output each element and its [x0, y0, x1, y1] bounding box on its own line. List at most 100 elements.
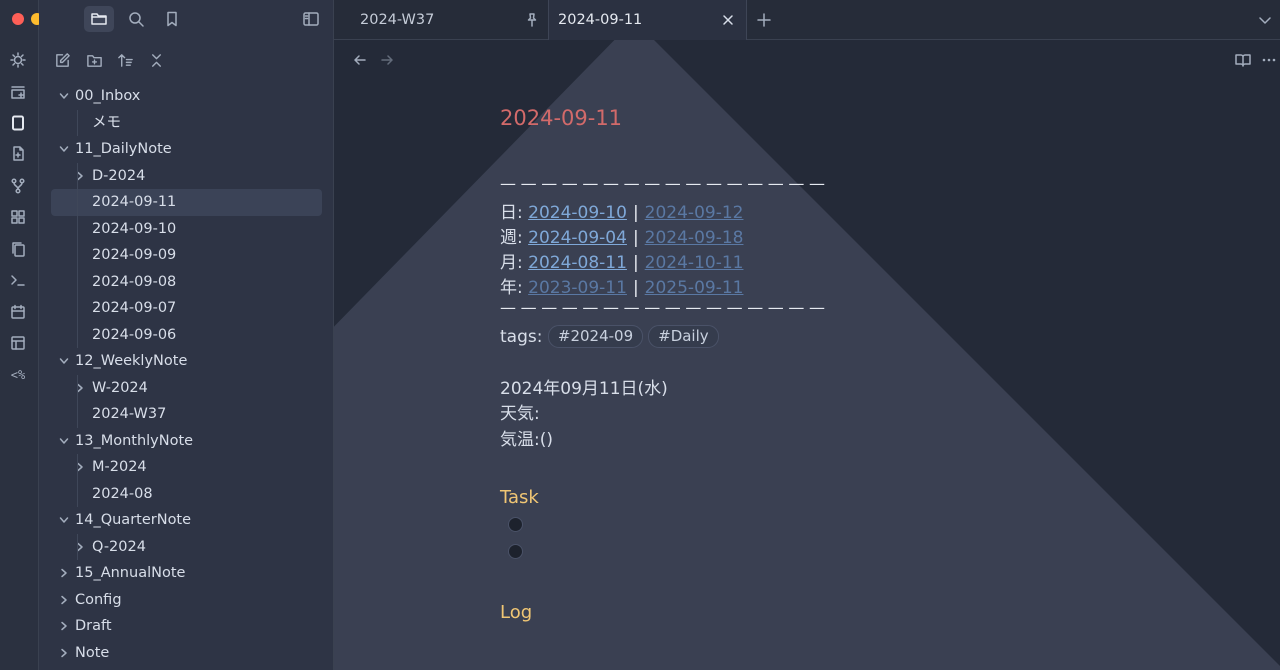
folder-item[interactable]: 13_MonthlyNote: [51, 428, 321, 455]
close-icon[interactable]: [721, 13, 735, 27]
folder-item[interactable]: 12_WeeklyNote: [51, 348, 321, 375]
tree-item-label: 2024-09-08: [92, 273, 177, 290]
terminal-icon[interactable]: [7, 269, 29, 291]
next-period-link[interactable]: 2025-09-11: [645, 278, 744, 298]
folder-item[interactable]: Config: [51, 587, 321, 614]
templater-label: <%: [10, 368, 26, 382]
next-period-link[interactable]: 2024-09-18: [645, 228, 744, 248]
file-item[interactable]: 2024-W37: [51, 401, 321, 428]
templater-icon[interactable]: <%: [7, 364, 29, 386]
bookmarks-tab[interactable]: [157, 6, 187, 32]
task-checkbox[interactable]: [508, 544, 523, 559]
collapse-all-button[interactable]: [144, 48, 168, 72]
file-item[interactable]: 2024-09-07: [51, 295, 321, 322]
chevron-down-icon[interactable]: [59, 91, 69, 101]
next-period-link[interactable]: 2024-10-11: [645, 253, 744, 273]
more-horizontal-icon: [1262, 58, 1276, 62]
git-branch-icon[interactable]: [7, 175, 29, 197]
folder-item[interactable]: D-2024: [51, 163, 321, 190]
folder-item[interactable]: 14_QuarterNote: [51, 507, 321, 534]
folder-item[interactable]: Q-2024: [51, 534, 321, 561]
folder-item[interactable]: Draft: [51, 613, 321, 640]
more-options-button[interactable]: [1259, 50, 1279, 70]
temperature-line: 気温:(): [500, 430, 553, 450]
forward-button[interactable]: [377, 50, 397, 70]
prev-period-link[interactable]: 2023-09-11: [528, 278, 627, 298]
file-item[interactable]: 2024-09-10: [51, 216, 321, 243]
period-nav-row: 日: 2024-09-10 | 2024-09-12: [500, 198, 743, 223]
back-button[interactable]: [350, 50, 370, 70]
collapse-all-icon: [151, 53, 161, 67]
tree-item-label: 2024-09-11: [92, 194, 177, 210]
new-folder-button[interactable]: [82, 48, 106, 72]
pin-icon[interactable]: [524, 12, 540, 28]
chevron-right-icon[interactable]: [59, 568, 69, 578]
file-item[interactable]: 2024-09-11: [51, 189, 322, 216]
tag-pill[interactable]: #2024-09: [547, 325, 644, 348]
folder-item[interactable]: 15_AnnualNote: [51, 560, 321, 587]
search-icon: [129, 12, 144, 27]
chevron-down-icon[interactable]: [59, 436, 69, 446]
file-item[interactable]: 2024-09-06: [51, 322, 321, 349]
prev-period-link[interactable]: 2024-08-11: [528, 253, 627, 273]
prev-period-link[interactable]: 2024-09-10: [528, 203, 627, 223]
new-folder-icon: [86, 54, 102, 67]
folder-item[interactable]: 00_Inbox: [51, 83, 321, 110]
files-tab[interactable]: [84, 6, 114, 32]
tree-item-label: 2024-09-06: [92, 326, 177, 343]
new-card-icon[interactable]: [7, 81, 29, 103]
folder-item[interactable]: Note: [51, 640, 321, 667]
chevron-down-icon[interactable]: [59, 356, 69, 366]
editor-pane[interactable]: 2024-09-11 ———————————————— 日: 2024-09-1…: [334, 40, 1280, 670]
copy-pages-icon[interactable]: [7, 238, 29, 260]
folder-item[interactable]: M-2024: [51, 454, 321, 481]
search-tab[interactable]: [121, 6, 151, 32]
background-triangle: [334, 40, 1280, 670]
dashboard-icon[interactable]: [7, 206, 29, 228]
file-item[interactable]: 2024-08: [51, 481, 321, 508]
period-nav-row: 年: 2023-09-11 | 2025-09-11: [500, 273, 743, 298]
lightbulb-icon[interactable]: [7, 49, 29, 71]
chevron-right-icon[interactable]: [59, 648, 69, 658]
ribbon: <%: [0, 0, 62, 670]
link-separator: |: [632, 228, 639, 248]
tab-list-chevron-down-icon[interactable]: [1257, 12, 1273, 28]
close-window-button[interactable]: [12, 13, 24, 25]
tree-item-label: 2024-09-07: [92, 300, 177, 316]
tree-item-label: W-2024: [92, 379, 148, 396]
new-tab-icon[interactable]: [756, 12, 772, 28]
chevron-right-icon[interactable]: [59, 621, 69, 631]
chevron-down-icon[interactable]: [59, 515, 69, 525]
prev-period-link[interactable]: 2024-09-04: [528, 228, 627, 248]
folder-item[interactable]: 11_DailyNote: [51, 136, 321, 163]
file-item[interactable]: メモ: [51, 110, 321, 137]
reading-view-button[interactable]: [1233, 50, 1253, 70]
tree-item-label: D-2024: [92, 167, 146, 184]
layout-icon[interactable]: [7, 332, 29, 354]
file-import-icon[interactable]: [7, 143, 29, 165]
sort-button[interactable]: [113, 48, 137, 72]
folder-item[interactable]: W-2024: [51, 375, 321, 402]
period-nav-row: 月: 2024-08-11 | 2024-10-11: [500, 248, 743, 273]
chevron-down-icon[interactable]: [59, 144, 69, 154]
next-period-link[interactable]: 2024-09-12: [645, 203, 744, 223]
task-heading: Task: [500, 487, 539, 508]
tab-2024-09-11[interactable]: 2024-09-11: [548, 0, 747, 40]
arrow-left-icon: [354, 55, 366, 65]
link-separator: |: [632, 253, 639, 273]
calendar-icon[interactable]: [7, 301, 29, 323]
file-item[interactable]: 2024-09-08: [51, 269, 321, 296]
tab-2024-w37[interactable]: 2024-W37: [334, 0, 547, 39]
task-checkbox[interactable]: [508, 517, 523, 532]
period-label: 月:: [500, 253, 523, 273]
new-note-button[interactable]: [50, 48, 74, 72]
chevron-right-icon[interactable]: [59, 595, 69, 605]
tab-title: 2024-09-11: [558, 12, 643, 28]
period-label: 週:: [500, 228, 523, 248]
weather-line: 天気:: [500, 404, 540, 424]
tab-bar: 2024-W37 2024-09-11: [334, 0, 1280, 40]
tablet-icon[interactable]: [7, 112, 29, 134]
tag-pill[interactable]: #Daily: [648, 325, 719, 348]
file-item[interactable]: 2024-09-09: [51, 242, 321, 269]
toggle-sidebar-button[interactable]: [296, 6, 326, 32]
